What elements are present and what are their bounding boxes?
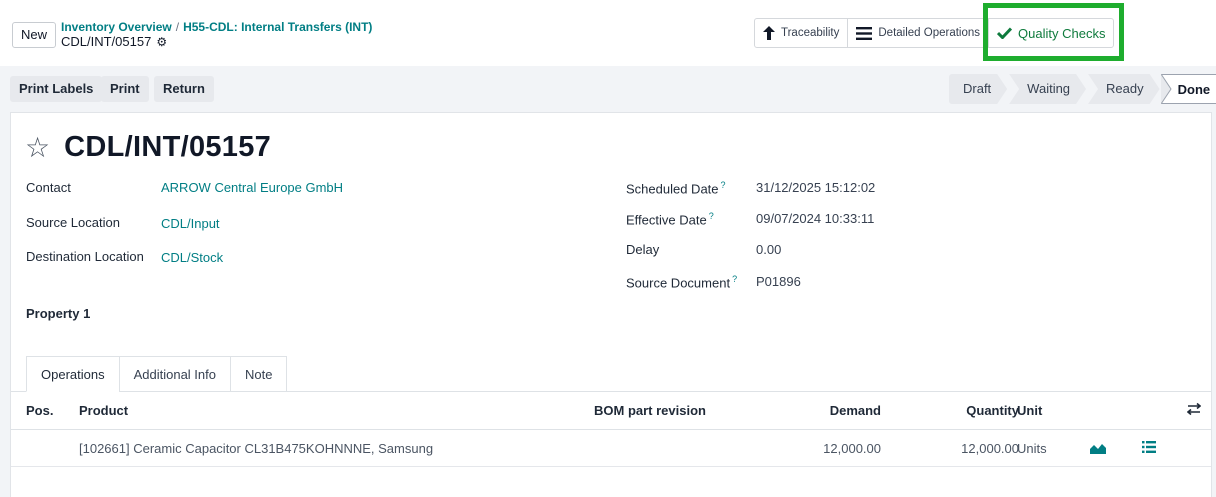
source-document-label: Source Document? <box>626 274 738 291</box>
column-product[interactable]: Product <box>79 403 128 418</box>
list-bars-icon <box>856 26 873 40</box>
scheduled-date-label: Scheduled Date? <box>626 180 726 197</box>
destination-location-label: Destination Location <box>26 249 144 264</box>
new-button[interactable]: New <box>12 22 57 48</box>
check-icon <box>997 27 1013 39</box>
action-bar: Print Labels Print Return Draft Waiting … <box>0 66 1216 110</box>
column-bom-part-revision[interactable]: BOM part revision <box>594 403 706 418</box>
cell-product[interactable]: [102661] Ceramic Capacitor CL31B475KOHNN… <box>79 441 433 456</box>
column-demand[interactable]: Demand <box>830 403 881 418</box>
return-button[interactable]: Return <box>154 76 214 102</box>
tab-operations[interactable]: Operations <box>26 356 120 392</box>
record-title: CDL/INT/05157 <box>64 131 272 163</box>
breadcrumb-internal-transfers[interactable]: H55-CDL: Internal Transfers (INT) <box>183 20 372 34</box>
status-bar: Draft Waiting Ready Done <box>949 74 1216 104</box>
control-panel: New Inventory Overview / H55-CDL: Internal… <box>0 0 1216 66</box>
details-list-icon[interactable] <box>1142 441 1156 453</box>
source-location-value[interactable]: CDL/Input <box>161 216 220 231</box>
column-settings-icon[interactable] <box>1187 402 1201 416</box>
help-icon: ? <box>720 180 726 190</box>
contact-value[interactable]: ARROW Central Europe GmbH <box>161 180 343 195</box>
property-label: Property 1 <box>26 306 91 321</box>
delay-value: 0.00 <box>756 242 782 257</box>
breadcrumb-separator: / <box>175 20 180 34</box>
quality-checks-label: Quality Checks <box>1018 25 1106 41</box>
smart-buttons: Traceability Detailed Operations Quality… <box>754 18 1115 48</box>
table-header: Pos. Product BOM part revision Demand Qu… <box>11 392 1211 430</box>
gear-icon[interactable]: ⚙ <box>156 35 167 49</box>
contact-label: Contact <box>26 180 71 195</box>
table-row[interactable]: [102661] Ceramic Capacitor CL31B475KOHNN… <box>11 430 1211 467</box>
breadcrumb-inventory-overview[interactable]: Inventory Overview <box>61 20 172 34</box>
tab-note[interactable]: Note <box>230 356 288 392</box>
status-ready[interactable]: Ready <box>1088 74 1160 104</box>
breadcrumb-current: CDL/INT/05157 <box>61 34 152 49</box>
status-done-notch <box>1160 74 1172 104</box>
scheduled-date-value[interactable]: 31/12/2025 15:12:02 <box>756 180 875 195</box>
print-button[interactable]: Print <box>101 76 149 102</box>
cell-demand: 12,000.00 <box>823 441 881 456</box>
breadcrumb: Inventory Overview / H55-CDL: Internal Tra… <box>61 20 372 49</box>
source-location-label: Source Location <box>26 215 120 230</box>
column-unit[interactable]: Unit <box>1017 403 1042 418</box>
quality-checks-button[interactable]: Quality Checks <box>988 18 1115 48</box>
help-icon: ? <box>732 274 738 284</box>
print-labels-button[interactable]: Print Labels <box>10 76 103 102</box>
detailed-operations-label: Detailed Operations <box>878 27 981 39</box>
detailed-operations-button[interactable]: Detailed Operations <box>847 18 990 48</box>
destination-location-value[interactable]: CDL/Stock <box>161 250 223 265</box>
tab-additional-info[interactable]: Additional Info <box>118 356 231 392</box>
forecast-graph-icon[interactable] <box>1090 442 1106 454</box>
arrow-up-icon <box>763 26 775 40</box>
delay-label: Delay <box>626 242 660 257</box>
effective-date-label: Effective Date? <box>626 211 714 228</box>
traceability-button[interactable]: Traceability <box>754 18 849 48</box>
status-draft[interactable]: Draft <box>949 74 1007 104</box>
form-sheet: ☆ CDL/INT/05157 Contact ARROW Central Eu… <box>10 112 1212 497</box>
cell-unit: Units <box>1017 441 1047 456</box>
cell-quantity[interactable]: 12,000.00 <box>961 441 1019 456</box>
column-quantity[interactable]: Quantity <box>966 403 1019 418</box>
notebook-tabs: Operations Additional Info Note <box>26 356 288 392</box>
source-document-value[interactable]: P01896 <box>756 274 801 289</box>
status-waiting[interactable]: Waiting <box>1009 74 1086 104</box>
help-icon: ? <box>708 211 714 221</box>
star-icon[interactable]: ☆ <box>25 133 50 162</box>
effective-date-value[interactable]: 09/07/2024 10:33:11 <box>756 211 874 226</box>
column-pos[interactable]: Pos. <box>26 403 53 418</box>
traceability-label: Traceability <box>781 27 840 39</box>
